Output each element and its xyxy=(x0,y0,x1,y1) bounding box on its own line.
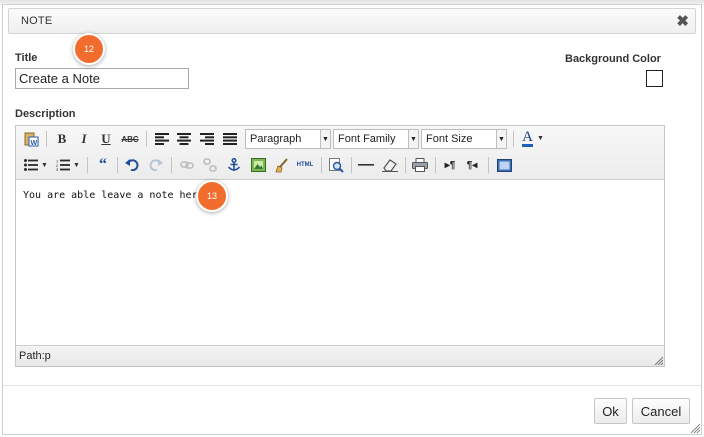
search-replace-icon[interactable] xyxy=(326,155,346,175)
svg-text:W: W xyxy=(31,140,38,147)
html-source-icon[interactable]: HTML xyxy=(293,155,317,175)
note-dialog: NOTE ✖ Title Background Color Descriptio… xyxy=(2,4,702,435)
dialog-titlebar: NOTE ✖ xyxy=(8,8,696,34)
toolbar-separator xyxy=(513,131,514,147)
format-select-value: Paragraph xyxy=(250,133,302,145)
editor-statusbar: Path:p xyxy=(16,345,664,366)
title-label: Title xyxy=(15,52,38,64)
chevron-down-icon: ▼ xyxy=(496,130,506,148)
align-center-icon[interactable] xyxy=(174,129,194,149)
cleanup-icon[interactable] xyxy=(271,155,291,175)
step-badge-12: 12 xyxy=(73,33,105,65)
anchor-icon[interactable] xyxy=(224,155,244,175)
editor-content-area[interactable]: You are able leave a note here... xyxy=(16,181,664,345)
toolbar-separator xyxy=(488,157,489,173)
chevron-down-icon: ▼ xyxy=(408,130,418,148)
step-badge-13: 13 xyxy=(196,180,228,212)
undo-icon[interactable] xyxy=(122,155,142,175)
background-color-label: Background Color xyxy=(565,53,661,65)
toolbar-separator xyxy=(117,157,118,173)
fullscreen-icon[interactable] xyxy=(494,155,514,175)
toolbar-separator xyxy=(321,157,322,173)
editor-path: Path:p xyxy=(19,350,51,362)
image-icon[interactable] xyxy=(248,155,268,175)
paste-word-icon[interactable]: W xyxy=(21,129,41,149)
blockquote-icon[interactable]: “ xyxy=(93,155,113,175)
description-label: Description xyxy=(15,108,76,120)
font-size-select-value: Font Size xyxy=(426,133,473,145)
editor-toolbar: W B I U ABC Paragraph ▼ Font Family ▼ Fo… xyxy=(16,126,664,180)
chevron-down-icon: ▼ xyxy=(320,130,330,148)
dialog-resize-grip-icon[interactable] xyxy=(689,422,700,433)
title-input[interactable] xyxy=(15,68,189,89)
resize-grip-icon[interactable] xyxy=(653,355,663,365)
toolbar-separator xyxy=(46,131,47,147)
background-color-picker[interactable] xyxy=(646,70,663,87)
cancel-button[interactable]: Cancel xyxy=(632,398,690,424)
chevron-down-icon: ▼ xyxy=(536,134,544,142)
numbered-list-icon[interactable]: 123 ▼ xyxy=(54,155,82,175)
font-color-letter: A xyxy=(522,128,533,147)
bold-icon[interactable]: B xyxy=(52,129,72,149)
rtl-icon[interactable]: ¶◂ xyxy=(462,155,482,175)
font-color-icon[interactable]: A ▼ xyxy=(518,128,548,148)
underline-icon[interactable]: U xyxy=(96,129,116,149)
strikethrough-icon[interactable]: ABC xyxy=(120,129,140,149)
align-justify-icon[interactable] xyxy=(220,129,240,149)
link-icon[interactable] xyxy=(177,155,197,175)
print-icon[interactable] xyxy=(410,155,430,175)
bullet-list-icon[interactable]: ▼ xyxy=(22,155,50,175)
close-icon[interactable]: ✖ xyxy=(676,12,689,30)
format-select[interactable]: Paragraph ▼ xyxy=(245,129,331,149)
dialog-footer-divider xyxy=(3,385,701,386)
svg-text:3: 3 xyxy=(56,167,59,171)
font-family-select-value: Font Family xyxy=(338,133,396,145)
unlink-icon[interactable] xyxy=(200,155,220,175)
toolbar-separator xyxy=(171,157,172,173)
font-size-select[interactable]: Font Size ▼ xyxy=(421,129,507,149)
remove-format-icon[interactable] xyxy=(380,155,400,175)
toolbar-separator xyxy=(87,157,88,173)
toolbar-separator xyxy=(146,131,147,147)
rich-text-editor: W B I U ABC Paragraph ▼ Font Family ▼ Fo… xyxy=(15,125,665,367)
align-left-icon[interactable] xyxy=(152,129,172,149)
font-family-select[interactable]: Font Family ▼ xyxy=(333,129,419,149)
toolbar-separator xyxy=(351,157,352,173)
italic-icon[interactable]: I xyxy=(74,129,94,149)
horizontal-rule-icon[interactable] xyxy=(356,155,376,175)
ltr-icon[interactable]: ▸¶ xyxy=(440,155,460,175)
ok-button[interactable]: Ok xyxy=(594,398,627,424)
toolbar-separator xyxy=(405,157,406,173)
align-right-icon[interactable] xyxy=(197,129,217,149)
dialog-title: NOTE xyxy=(21,15,53,27)
toolbar-separator xyxy=(435,157,436,173)
redo-icon[interactable] xyxy=(146,155,166,175)
